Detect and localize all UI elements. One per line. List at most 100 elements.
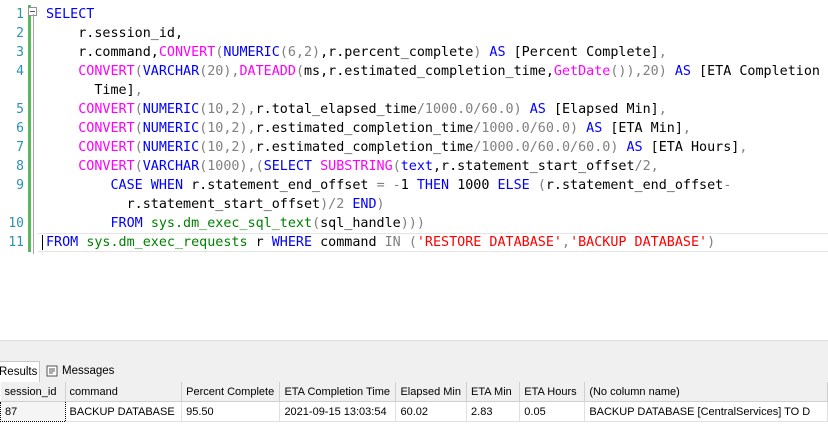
code-token: VARCHAR [142, 159, 200, 174]
code-line[interactable]: CONVERT(NUMERIC(10,2),r.estimated_comple… [46, 119, 691, 138]
code-token: CONVERT [158, 45, 216, 60]
code-token: SUBSTRING [320, 159, 393, 174]
line-number: 11 [8, 235, 24, 250]
code-line[interactable]: r.command,CONVERT(NUMERIC(6,2),r.percent… [46, 43, 667, 62]
code-token: r.statement_start_offset [46, 197, 321, 212]
line-number: 9 [16, 178, 24, 193]
code-token: CONVERT [78, 121, 135, 136]
code-token: AS [481, 45, 514, 60]
results-grid[interactable]: session_id command Percent Complete ETA Com… [0, 382, 828, 430]
code-token: ,r.percent_complete [320, 45, 474, 60]
code-token: [Percent Complete] [513, 45, 659, 60]
query-editor[interactable]: 1 2 3 4 5 6 7 8 9 10 11 SELECT r.session_id, r.com… [0, 0, 828, 340]
grid-cell[interactable]: 87 [0, 401, 66, 422]
grid-cell[interactable]: BACKUP DATABASE [65, 401, 183, 422]
code-line[interactable]: CASE WHEN r.statement_end_offset = -1 TH… [46, 176, 732, 195]
tab-results-label: Results [0, 366, 38, 378]
code-token: ELSE [497, 178, 538, 193]
code-token: NUMERIC [223, 45, 280, 60]
line-number: 10 [8, 216, 24, 231]
code-token: FROM [110, 216, 151, 231]
code-token: , [134, 83, 143, 98]
code-token: - [723, 178, 732, 193]
column-header[interactable]: Elapsed Min [395, 382, 468, 402]
grid-cell[interactable]: 0.05 [519, 401, 586, 422]
code-token: WHERE [271, 235, 321, 250]
code-token: ( [134, 121, 143, 136]
code-token: NUMERIC [142, 121, 200, 136]
code-token: r.statement_end_offset [545, 178, 724, 193]
code-token: (10,2), [199, 102, 256, 117]
code-token: [ETA Hours] [650, 140, 740, 155]
code-line[interactable]: SELECT [46, 5, 94, 24]
code-line[interactable]: CONVERT(VARCHAR(20),DATEADD(ms,r.estimat… [46, 62, 820, 81]
code-token: THEN [416, 178, 458, 193]
code-token: ( [134, 64, 143, 79]
code-token: r.session_id, [46, 26, 184, 41]
column-header[interactable]: ETA Completion Time [279, 382, 397, 402]
line-number: 1 [16, 7, 24, 22]
code-line[interactable]: CONVERT(VARCHAR(1000),(SELECT SUBSTRING(… [46, 157, 659, 176]
code-token: sql_handle [320, 216, 401, 231]
column-header[interactable]: Percent Complete [181, 382, 281, 402]
grid-cell[interactable]: 95.50 [181, 401, 281, 422]
code-token: DATEADD [239, 64, 296, 79]
grid-cell[interactable]: BACKUP DATABASE [CentralServices] TO D [584, 401, 828, 422]
code-token: command [320, 235, 385, 250]
code-line[interactable]: r.session_id, [46, 24, 183, 43]
code-token: IN [384, 235, 409, 250]
code-line[interactable]: CONVERT(NUMERIC(10,2),r.estimated_comple… [46, 138, 747, 157]
code-token: SELECT [46, 7, 95, 22]
code-token: CONVERT [78, 159, 135, 174]
code-token: (10,2), [199, 140, 256, 155]
code-token: CONVERT [78, 140, 135, 155]
column-header[interactable]: ETA Min [466, 382, 521, 402]
line-number: 8 [16, 159, 24, 174]
code-token: ( [134, 102, 143, 117]
grid-cell[interactable]: 2021-09-15 13:03:54 [279, 401, 397, 422]
code-token: ) [707, 235, 716, 250]
code-line[interactable]: FROM sys.dm_exec_sql_text(sql_handle))) [46, 214, 425, 233]
code-token: ) [376, 197, 385, 212]
change-indicator [28, 5, 31, 252]
code-token: ))) [400, 216, 425, 231]
code-token: ,r.statement_start_offset [433, 159, 635, 174]
grid-cell[interactable]: 60.02 [395, 401, 468, 422]
code-token: , [658, 45, 667, 60]
code-token: 'BACKUP DATABASE' [570, 235, 708, 250]
code-token: (6,2) [279, 45, 321, 60]
column-header[interactable]: command [65, 382, 183, 402]
tab-messages-label: Messages [62, 365, 115, 377]
grid-cell[interactable]: 2.83 [466, 401, 521, 422]
code-token: /2, [634, 159, 659, 174]
column-header[interactable]: ETA Hours [519, 382, 586, 402]
code-token: SELECT [263, 159, 321, 174]
code-line[interactable]: CONVERT(NUMERIC(10,2),r.total_elapsed_ti… [46, 100, 667, 119]
messages-icon [46, 365, 58, 377]
column-header[interactable]: (No column name) [584, 382, 828, 402]
code-token: r.estimated_completion_time [255, 121, 474, 136]
code-token: sys.dm_exec_sql_text [150, 216, 313, 231]
column-header[interactable]: session_id [0, 382, 66, 402]
code-token: ( [408, 235, 417, 250]
code-token: )/2 [320, 197, 353, 212]
tab-messages[interactable]: Messages [42, 361, 120, 382]
code-token: GetDate [553, 64, 611, 79]
code-token: VARCHAR [142, 64, 200, 79]
line-number: 2 [16, 26, 24, 41]
table-row[interactable]: 87 BACKUP DATABASE 95.50 2021-09-15 13:03:5… [0, 401, 828, 422]
code-line[interactable]: FROM sys.dm_exec_requests r WHERE comman… [46, 233, 715, 252]
line-number-gutter: 1 2 3 4 5 6 7 8 9 10 11 [0, 0, 26, 340]
code-line[interactable]: Time], [46, 81, 143, 100]
line-number: 3 [16, 45, 24, 60]
pane-splitter[interactable] [0, 340, 828, 361]
code-token: [ETA Completion [699, 64, 820, 79]
tab-results[interactable]: Results [0, 361, 40, 382]
code-token: r.command, [46, 45, 159, 60]
code-token: FROM [46, 235, 87, 250]
code-line[interactable]: r.statement_start_offset)/2 END) [46, 195, 385, 214]
code-token: [ETA Min] [610, 121, 683, 136]
